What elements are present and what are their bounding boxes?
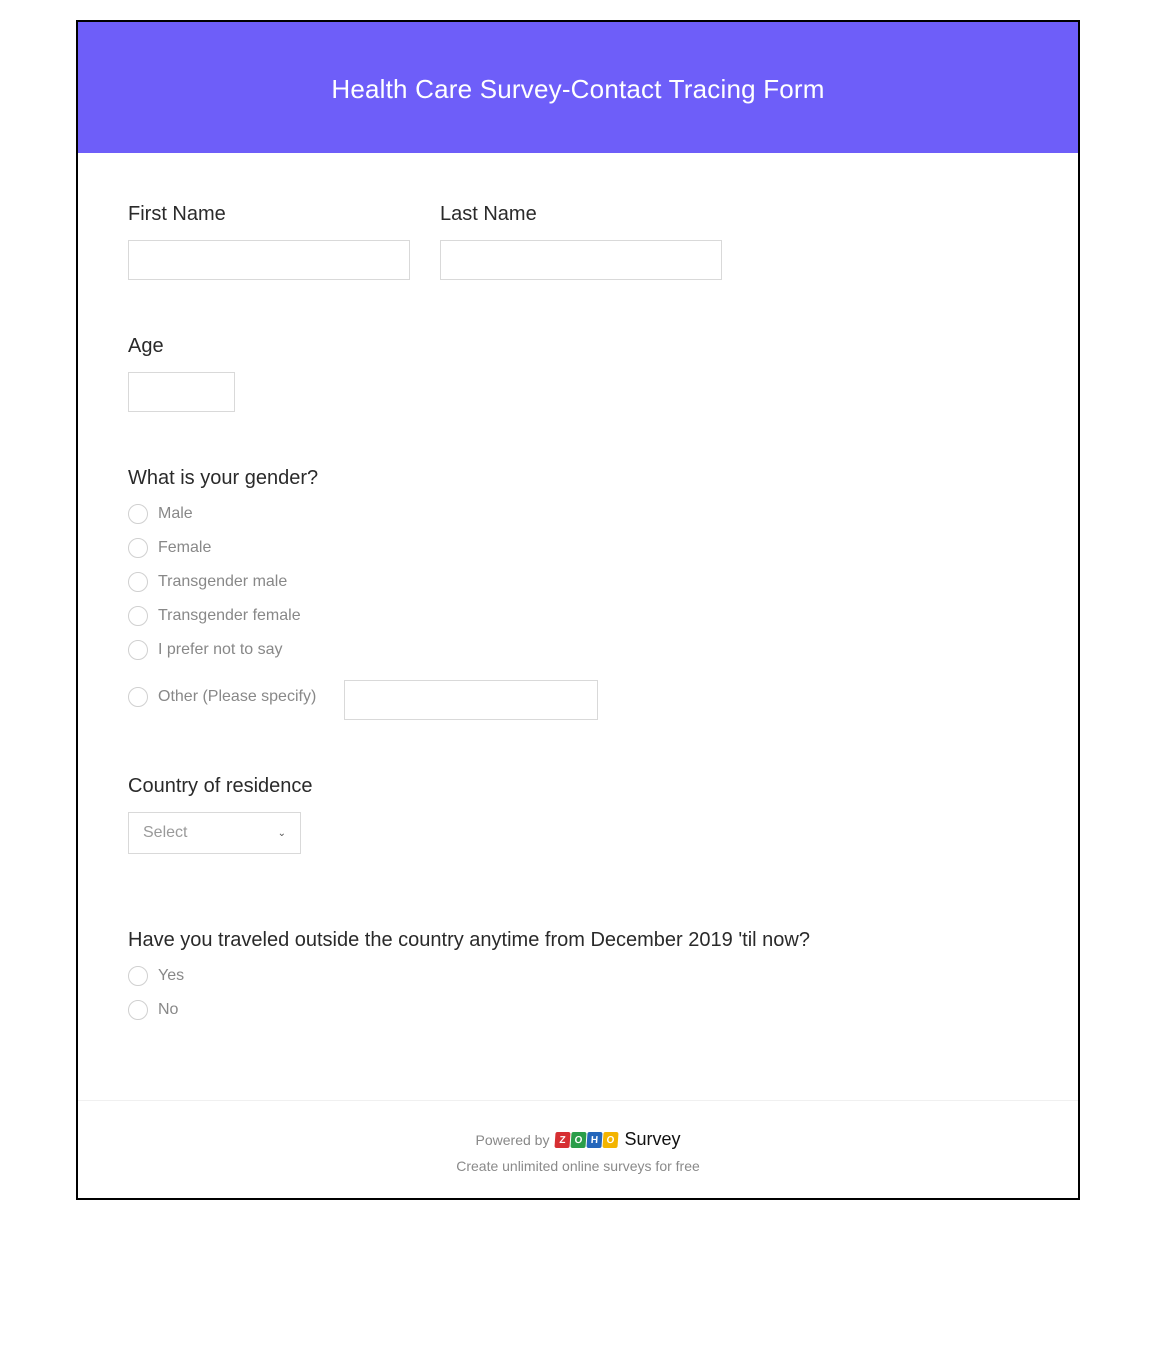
radio-button[interactable]: [128, 640, 148, 660]
footer-tagline: Create unlimited online surveys for free: [98, 1158, 1058, 1174]
gender-option-female[interactable]: Female: [158, 539, 211, 557]
first-name-input[interactable]: [128, 240, 410, 280]
last-name-label: Last Name: [440, 203, 722, 226]
age-label: Age: [128, 335, 1028, 358]
first-name-label: First Name: [128, 203, 410, 226]
last-name-group: Last Name: [440, 203, 722, 280]
country-select[interactable]: Select ⌄: [128, 812, 301, 854]
country-selected-value: Select: [143, 824, 187, 842]
survey-title: Health Care Survey-Contact Tracing Form: [98, 74, 1058, 105]
powered-by-line: Powered by Z O H O Survey: [476, 1129, 681, 1150]
radio-button[interactable]: [128, 606, 148, 626]
survey-header: Health Care Survey-Contact Tracing Form: [78, 22, 1078, 153]
travel-option-yes[interactable]: Yes: [158, 967, 184, 985]
first-name-group: First Name: [128, 203, 410, 280]
radio-button[interactable]: [128, 572, 148, 592]
travel-option-no[interactable]: No: [158, 1001, 178, 1019]
travel-label: Have you traveled outside the country an…: [128, 929, 1028, 952]
country-label: Country of residence: [128, 775, 1028, 798]
gender-option-other[interactable]: Other (Please specify): [158, 688, 316, 706]
powered-by-text: Powered by: [476, 1132, 550, 1148]
radio-button[interactable]: [128, 1000, 148, 1020]
country-group: Country of residence Select ⌄: [128, 775, 1028, 854]
survey-frame: Health Care Survey-Contact Tracing Form …: [76, 20, 1080, 1200]
gender-label: What is your gender?: [128, 467, 1028, 490]
age-group: Age: [128, 335, 1028, 412]
gender-option-prefer-not[interactable]: I prefer not to say: [158, 641, 283, 659]
gender-option-male[interactable]: Male: [158, 505, 193, 523]
gender-group: What is your gender? Male Female Transge…: [128, 467, 1028, 720]
survey-footer: Powered by Z O H O Survey Create unlimit…: [78, 1100, 1078, 1198]
radio-button[interactable]: [128, 687, 148, 707]
gender-option-trans-female[interactable]: Transgender female: [158, 607, 301, 625]
travel-group: Have you traveled outside the country an…: [128, 929, 1028, 1020]
radio-button[interactable]: [128, 966, 148, 986]
last-name-input[interactable]: [440, 240, 722, 280]
radio-button[interactable]: [128, 504, 148, 524]
age-input[interactable]: [128, 372, 235, 412]
form-body: First Name Last Name Age What is your ge…: [78, 153, 1078, 1100]
gender-option-trans-male[interactable]: Transgender male: [158, 573, 287, 591]
radio-button[interactable]: [128, 538, 148, 558]
gender-other-input[interactable]: [344, 680, 598, 720]
zoho-logo-icon: Z O H O: [555, 1132, 618, 1148]
chevron-down-icon: ⌄: [278, 828, 286, 839]
brand-suffix: Survey: [624, 1129, 680, 1150]
